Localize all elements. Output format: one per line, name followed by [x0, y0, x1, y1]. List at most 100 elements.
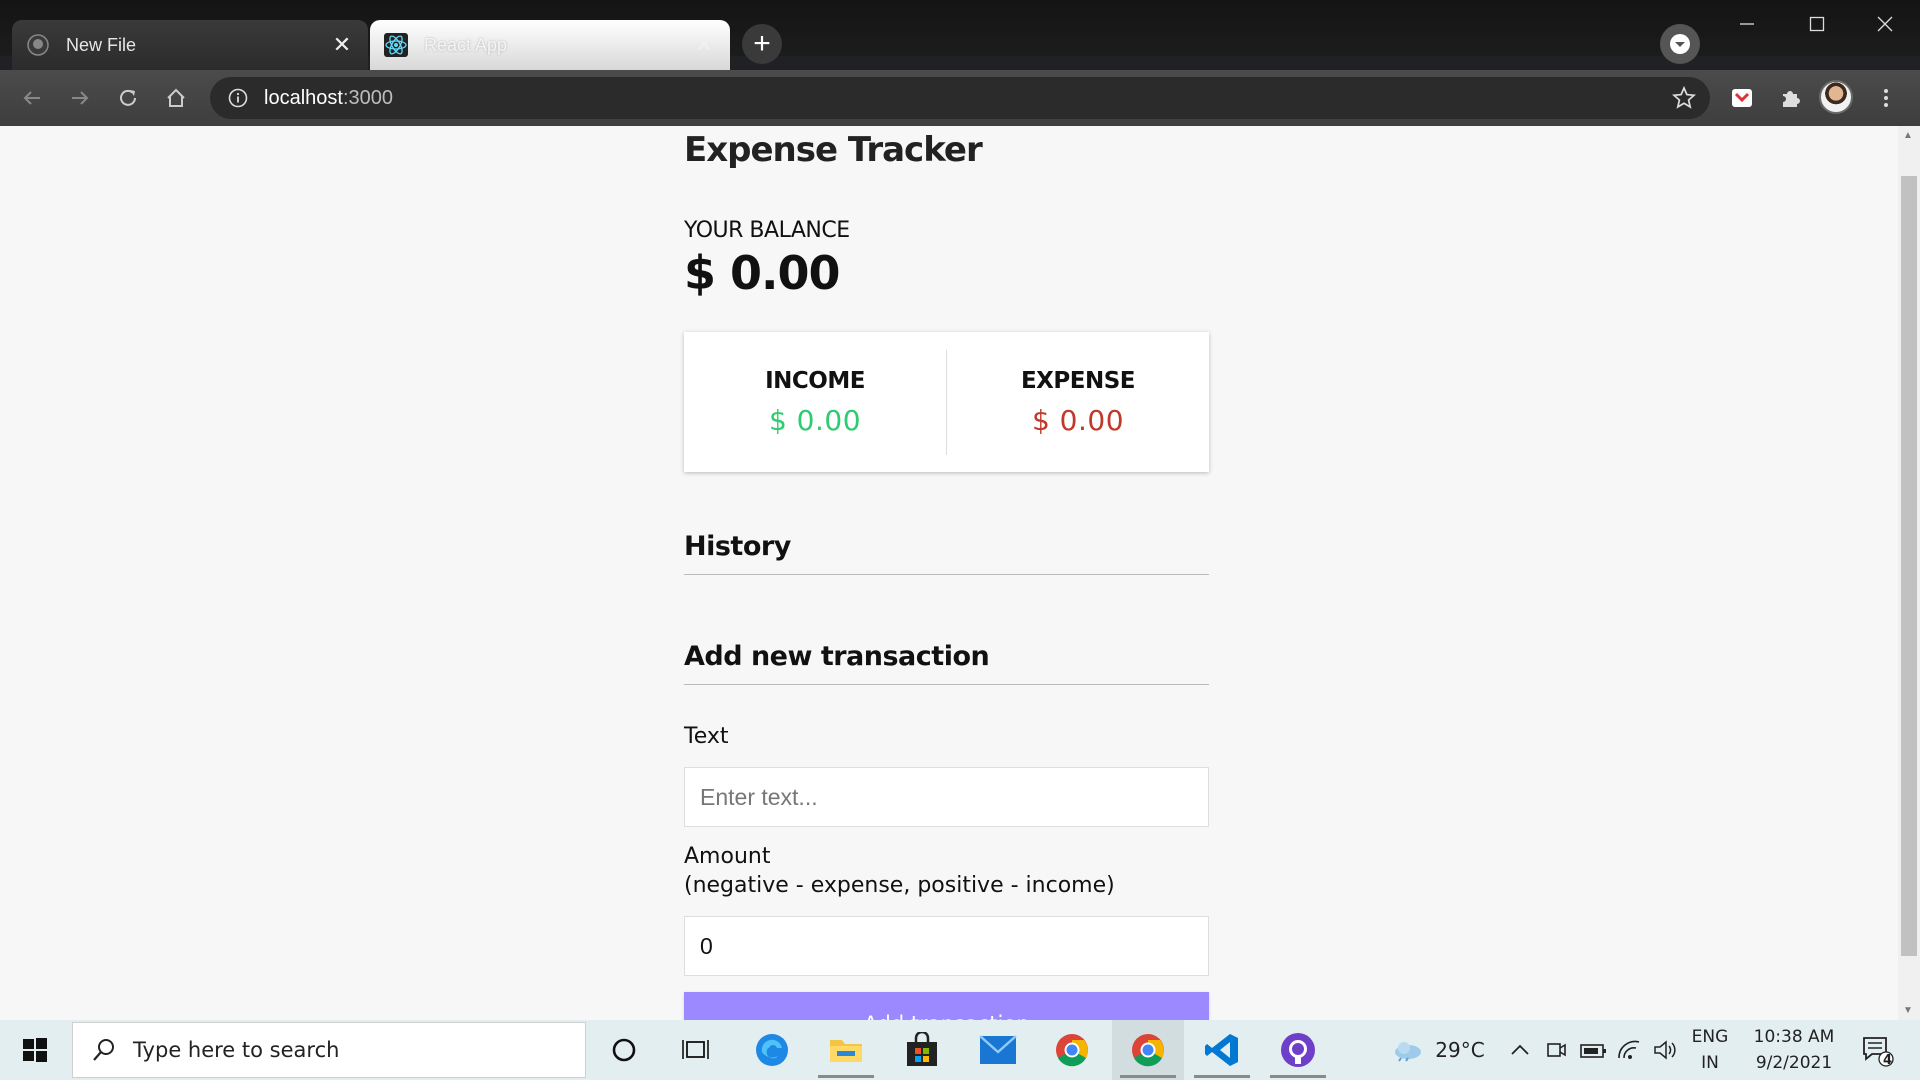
scroll-down-icon[interactable]: ▼	[1903, 1005, 1913, 1016]
income-amount: $ 0.00	[768, 403, 862, 437]
github-icon	[1281, 1033, 1315, 1067]
task-view-button[interactable]	[660, 1020, 732, 1080]
more-vert-icon	[1884, 89, 1888, 107]
maximize-icon	[1809, 16, 1825, 32]
expense-label: EXPENSE	[1020, 367, 1136, 394]
chrome-icon	[1056, 1034, 1088, 1067]
cortana-icon	[612, 1038, 636, 1062]
volume-icon[interactable]	[1648, 1020, 1682, 1080]
close-icon[interactable]: ✕	[692, 32, 716, 57]
battery-icon[interactable]	[1576, 1020, 1610, 1080]
scrollbar-thumb[interactable]	[1901, 176, 1917, 956]
meet-now-icon[interactable]	[1540, 1020, 1572, 1080]
add-transaction-title: Add new transaction	[684, 641, 1209, 685]
income-column: INCOME $ 0.00	[684, 350, 946, 455]
scroll-up-icon[interactable]: ▲	[1903, 130, 1913, 141]
back-button[interactable]	[12, 78, 52, 118]
chevron-up-icon[interactable]	[1504, 1020, 1536, 1080]
home-icon	[167, 88, 185, 107]
url-host: localhost	[264, 86, 343, 109]
star-icon[interactable]	[1672, 86, 1696, 110]
taskbar-vscode[interactable]	[1186, 1020, 1258, 1080]
income-expense-card: INCOME $ 0.00 EXPENSE $ 0.00	[684, 332, 1209, 472]
info-icon[interactable]	[226, 86, 250, 110]
balance-amount: $ 0.00	[684, 246, 841, 300]
income-label: INCOME	[765, 367, 865, 394]
language-indicator[interactable]: ENG IN	[1684, 1020, 1736, 1080]
browser-toolbar: localhost:3000	[0, 70, 1920, 126]
folder-icon	[830, 1040, 862, 1062]
search-placeholder: Type here to search	[133, 1038, 340, 1062]
arrow-left-icon	[23, 91, 40, 105]
clock-date: 9/2/2021	[1755, 1053, 1833, 1073]
chevron-down-icon	[1670, 34, 1690, 54]
new-tab-button[interactable]: +	[742, 24, 782, 64]
home-button[interactable]	[156, 78, 196, 118]
start-button[interactable]	[0, 1020, 70, 1080]
clock[interactable]: 10:38 AM 9/2/2021	[1744, 1020, 1844, 1080]
maximize-button[interactable]	[1782, 8, 1852, 40]
close-window-button[interactable]	[1850, 8, 1920, 40]
github-icon	[26, 33, 50, 57]
amount-input[interactable]	[684, 916, 1209, 976]
taskbar-chrome-active[interactable]	[1112, 1020, 1184, 1080]
amount-hint: (negative - expense, positive - income)	[684, 873, 1115, 898]
weather-icon[interactable]	[1390, 1020, 1426, 1080]
search-icon	[93, 1039, 114, 1061]
extensions-button[interactable]	[1770, 78, 1810, 118]
taskbar-github-desktop[interactable]	[1262, 1020, 1334, 1080]
add-transaction-button[interactable]: Add transaction	[684, 992, 1209, 1020]
chrome-icon	[1132, 1034, 1164, 1067]
balance-label: YOUR BALANCE	[684, 218, 850, 243]
taskbar-search[interactable]: Type here to search	[72, 1022, 586, 1078]
minimize-icon	[1740, 23, 1754, 25]
expense-amount: $ 0.00	[1031, 403, 1125, 437]
windows-taskbar: Type here to search 29°C ENG IN 10:38 AM…	[0, 1020, 1920, 1080]
taskbar-store[interactable]	[886, 1020, 958, 1080]
page-viewport: Expense Tracker YOUR BALANCE $ 0.00 INCO…	[0, 126, 1898, 1020]
clock-time: 10:38 AM	[1753, 1027, 1835, 1047]
tab-new-file[interactable]: New File ✕	[12, 20, 368, 70]
taskbar-file-explorer[interactable]	[810, 1020, 882, 1080]
region-code: IN	[1701, 1053, 1719, 1073]
minimize-button[interactable]	[1712, 8, 1782, 40]
task-view-icon	[682, 1040, 709, 1059]
wifi-icon[interactable]	[1612, 1020, 1646, 1080]
profile-avatar[interactable]	[1819, 80, 1853, 114]
close-icon	[1877, 16, 1893, 32]
arrow-right-icon	[72, 91, 89, 105]
react-icon	[384, 33, 408, 57]
reload-icon	[120, 89, 136, 106]
reload-button[interactable]	[108, 78, 148, 118]
history-title: History	[684, 531, 1209, 575]
mail-icon	[979, 1035, 1017, 1064]
vscode-icon	[1205, 1034, 1238, 1066]
text-input[interactable]	[684, 767, 1209, 827]
menu-button[interactable]	[1866, 78, 1906, 118]
taskbar-edge[interactable]	[736, 1020, 808, 1080]
page-scrollbar[interactable]: ▲ ▼	[1898, 126, 1920, 1020]
browser-tab-strip: New File ✕ React App ✕ +	[0, 0, 1920, 70]
tab-title: New File	[66, 34, 137, 55]
tab-react-app[interactable]: React App ✕	[370, 20, 730, 70]
cortana-button[interactable]	[588, 1020, 660, 1080]
weather-temp[interactable]: 29°C	[1430, 1020, 1490, 1080]
url-text: localhost:3000	[264, 87, 393, 110]
text-label: Text	[684, 724, 729, 749]
pocket-icon	[1732, 89, 1752, 107]
taskbar-chrome[interactable]	[1036, 1020, 1108, 1080]
puzzle-icon	[1783, 91, 1800, 107]
action-center-button[interactable]: 4	[1852, 1020, 1902, 1080]
expense-column: EXPENSE $ 0.00	[946, 349, 1209, 455]
address-bar[interactable]: localhost:3000	[210, 77, 1710, 119]
tab-search-button[interactable]	[1660, 24, 1700, 64]
close-icon[interactable]: ✕	[330, 32, 354, 57]
taskbar-mail[interactable]	[962, 1020, 1034, 1080]
amount-label: Amount	[684, 844, 771, 869]
pocket-extension-button[interactable]	[1722, 78, 1762, 118]
notification-count: 4	[1883, 1053, 1893, 1068]
language-code: ENG	[1691, 1027, 1729, 1047]
edge-icon	[756, 1034, 788, 1066]
app-title: Expense Tracker	[684, 130, 983, 170]
forward-button[interactable]	[60, 78, 100, 118]
